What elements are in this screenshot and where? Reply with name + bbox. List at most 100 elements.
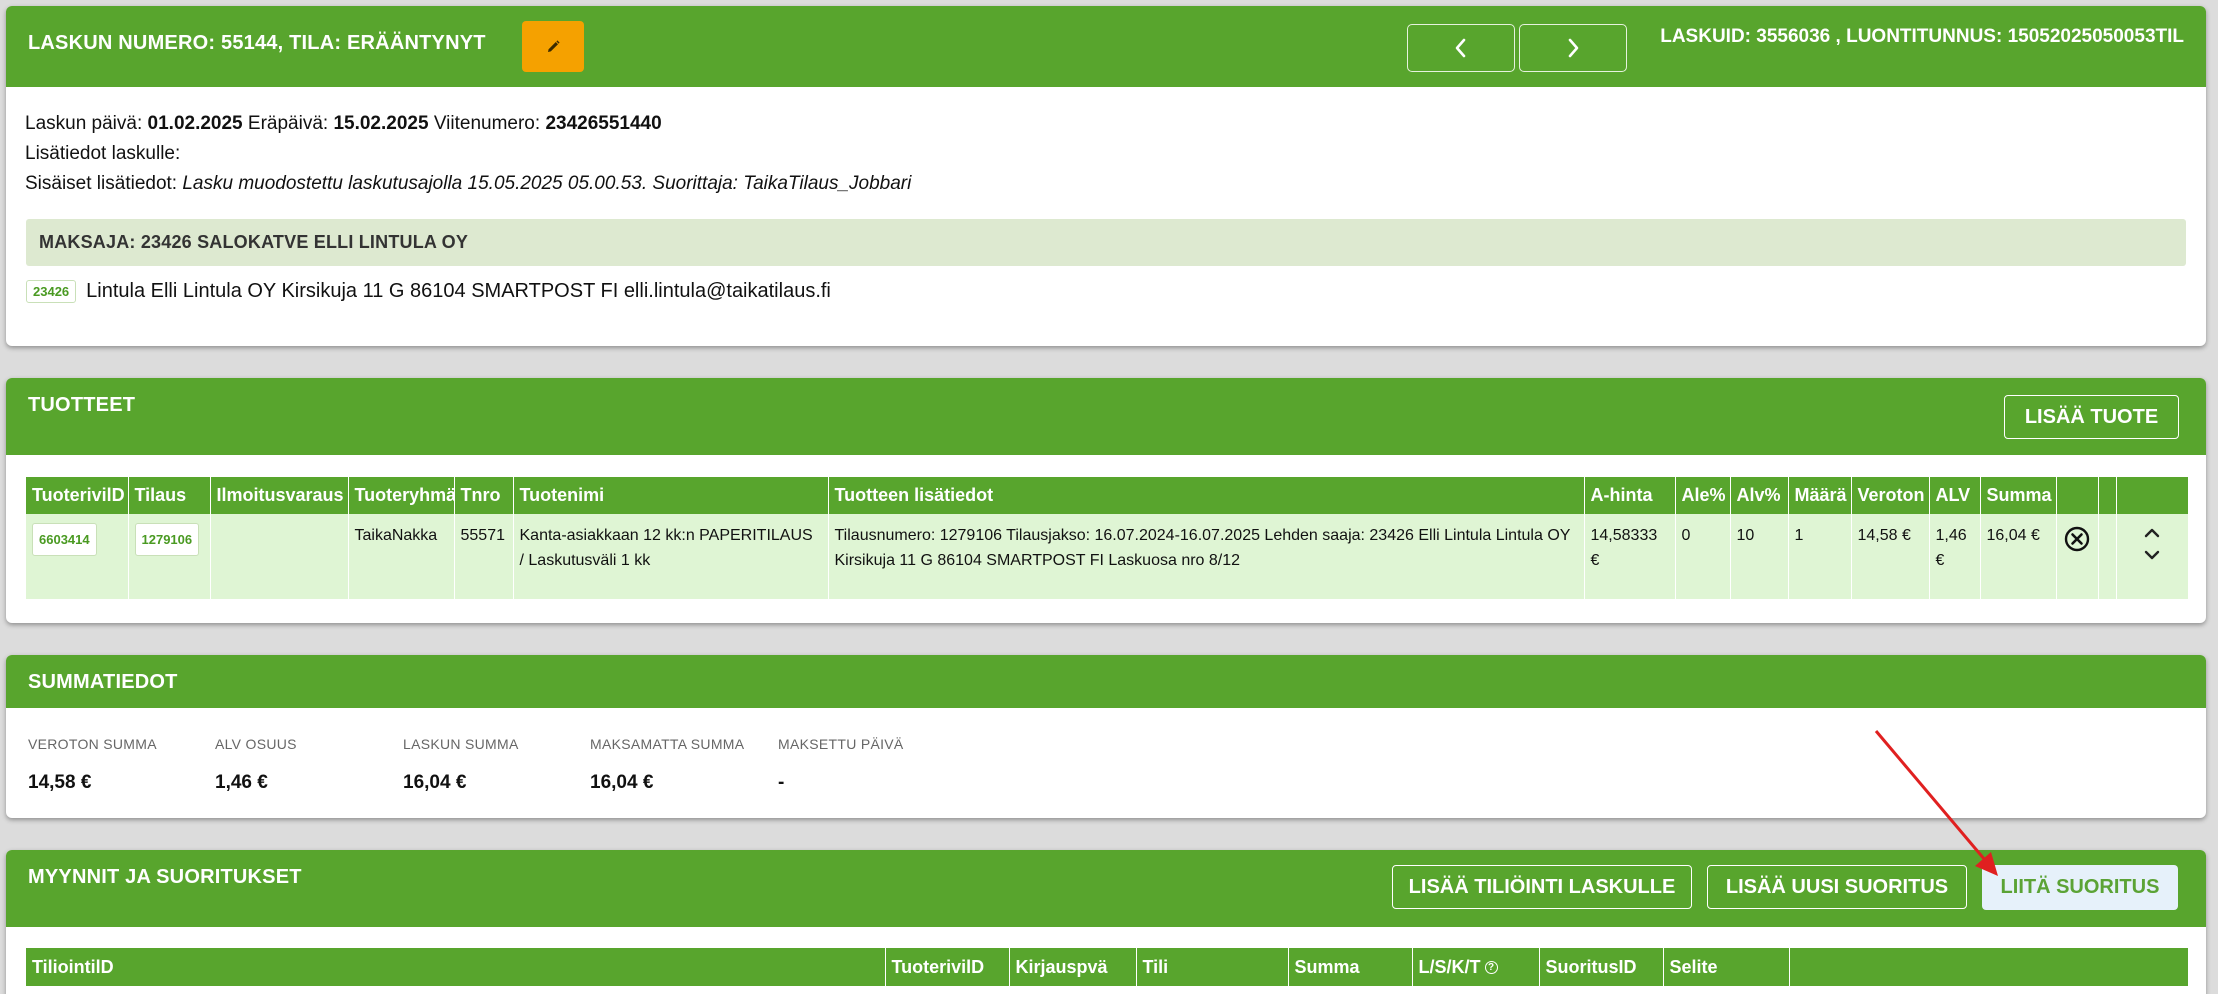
summary-value: 16,04 € bbox=[590, 772, 654, 793]
col-account[interactable]: Tili bbox=[1136, 948, 1289, 986]
quantity-cell: 1 bbox=[1788, 514, 1852, 599]
invoice-number-label: LASKUN NUMERO: bbox=[28, 32, 221, 54]
col-product-name[interactable]: Tuotenimi bbox=[513, 477, 829, 514]
summary-label: MAKSETTU PÄIVÄ bbox=[778, 736, 904, 752]
invoice-page: LASKUN NUMERO: 55144, TILA: ERÄÄNTYNYT L… bbox=[0, 0, 2218, 994]
reference-number: 23426551440 bbox=[545, 113, 662, 134]
summary-title: SUMMATIEDOT bbox=[28, 671, 178, 693]
summary-value: - bbox=[778, 772, 785, 793]
vat-pct-cell: 10 bbox=[1730, 514, 1789, 599]
col-action-sort bbox=[2116, 477, 2189, 514]
row-id-link[interactable]: 6603414 bbox=[32, 523, 97, 556]
col-lskt-label: L/S/K/T bbox=[1418, 956, 1481, 977]
remove-cell bbox=[2056, 514, 2099, 599]
invoice-card: LASKUN NUMERO: 55144, TILA: ERÄÄNTYNYT L… bbox=[6, 6, 2206, 346]
next-invoice-button[interactable] bbox=[1519, 24, 1627, 72]
summary-vat-share: ALV OSUUS 1,46 € bbox=[215, 736, 297, 794]
ad-reservation-cell bbox=[210, 514, 349, 599]
invoice-status: ERÄÄNTYNYT bbox=[347, 32, 486, 54]
col-vat-pct[interactable]: Alv% bbox=[1730, 477, 1789, 514]
sum-cell: 16,04 € bbox=[1980, 514, 2057, 599]
due-date-label: Eräpäivä: bbox=[242, 113, 334, 134]
table-row: 6603414 1279106 TaikaNakka 55571 Kanta-a… bbox=[26, 514, 2189, 599]
col-discount[interactable]: Ale% bbox=[1675, 477, 1731, 514]
internal-info-line: Sisäiset lisätiedot: Lasku muodostettu l… bbox=[25, 169, 2206, 199]
due-date: 15.02.2025 bbox=[333, 113, 429, 134]
invoice-date: 01.02.2025 bbox=[147, 113, 243, 134]
summary-label: LASKUN SUMMA bbox=[403, 736, 519, 752]
col-ad-reservation[interactable]: Ilmoitusvaraus bbox=[210, 477, 349, 514]
order-link[interactable]: 1279106 bbox=[134, 523, 200, 556]
extra-info-line: Lisätiedot laskulle: bbox=[25, 143, 181, 164]
col-payment-id[interactable]: SuoritusID bbox=[1539, 948, 1664, 986]
payments-card: MYYNNIT JA SUORITUKSET LISÄÄ TILIÖINTI L… bbox=[6, 850, 2206, 994]
col-order[interactable]: Tilaus bbox=[128, 477, 211, 514]
col-lskt[interactable]: L/S/K/T? bbox=[1412, 948, 1540, 986]
product-name-cell: Kanta-asiakkaan 12 kk:n PAPERITILAUS / L… bbox=[513, 514, 829, 599]
col-unit-price[interactable]: A-hinta bbox=[1584, 477, 1676, 514]
add-accounting-button[interactable]: LISÄÄ TILIÖINTI LASKULLE bbox=[1392, 865, 1692, 909]
invoice-ids: LASKUID: 3556036 , LUONTITUNNUS: 1505202… bbox=[1660, 26, 2184, 47]
col-posting-date[interactable]: Kirjauspvä bbox=[1009, 948, 1137, 986]
vat-cell: 1,46 € bbox=[1929, 514, 1981, 599]
summary-invoice-total: LASKUN SUMMA 16,04 € bbox=[403, 736, 519, 794]
summary-paid-date: MAKSETTU PÄIVÄ - bbox=[778, 736, 904, 794]
previous-invoice-button[interactable] bbox=[1407, 24, 1515, 72]
payer-id-link[interactable]: 23426 bbox=[26, 280, 77, 303]
add-product-button[interactable]: LISÄÄ TUOTE bbox=[2004, 395, 2179, 439]
tnro-cell: 55571 bbox=[454, 514, 514, 599]
invoice-title: LASKUN NUMERO: 55144, TILA: ERÄÄNTYNYT bbox=[28, 32, 486, 55]
chevron-left-icon bbox=[1455, 38, 1466, 58]
col-amount[interactable]: Summa bbox=[1288, 948, 1413, 986]
payer-details-line: 23426 Lintula Elli Lintula OY Kirsikuja … bbox=[26, 280, 2206, 303]
product-group-cell: TaikaNakka bbox=[348, 514, 455, 599]
col-accounting-id[interactable]: TiliointilD bbox=[26, 948, 886, 986]
col-description[interactable]: Selite bbox=[1663, 948, 1790, 986]
edit-invoice-button[interactable] bbox=[522, 21, 584, 72]
summary-label: VEROTON SUMMA bbox=[28, 736, 157, 752]
order-cell: 1279106 bbox=[128, 514, 211, 599]
circle-x-icon[interactable] bbox=[2064, 526, 2090, 552]
products-card: TUOTTEET LISÄÄ TUOTE TuoterivilD Tilaus … bbox=[6, 378, 2206, 623]
payer-label: MAKSAJA: bbox=[39, 232, 136, 252]
products-header-row: TuoterivilD Tilaus Ilmoitusvaraus Tuoter… bbox=[26, 477, 2189, 514]
chevron-right-icon bbox=[1568, 38, 1579, 58]
row-id-cell: 6603414 bbox=[26, 514, 129, 599]
col-sum[interactable]: Summa bbox=[1980, 477, 2057, 514]
col-row-id[interactable]: TuoterivilD bbox=[26, 477, 129, 514]
discount-cell: 0 bbox=[1675, 514, 1731, 599]
product-details-cell: Tilausnumero: 1279106 Tilausjakso: 16.07… bbox=[828, 514, 1585, 599]
products-header-bar: TUOTTEET LISÄÄ TUOTE bbox=[6, 378, 2206, 455]
summary-card: SUMMATIEDOT VEROTON SUMMA 14,58 € ALV OS… bbox=[6, 655, 2206, 818]
add-new-payment-button[interactable]: LISÄÄ UUSI SUORITUS bbox=[1707, 865, 1967, 909]
col-product-row-id[interactable]: TuoterivilD bbox=[885, 948, 1010, 986]
products-title: TUOTTEET bbox=[28, 394, 136, 416]
payer-name: 23426 SALOKATVE ELLI LINTULA OY bbox=[140, 232, 469, 252]
reference-label: Viitenumero: bbox=[428, 113, 546, 134]
col-vat[interactable]: ALV bbox=[1929, 477, 1981, 514]
payments-title: MYYNNIT JA SUORITUKSET bbox=[28, 866, 302, 888]
col-quantity[interactable]: Määrä bbox=[1788, 477, 1852, 514]
col-tnro[interactable]: Tnro bbox=[454, 477, 514, 514]
payments-header-row: TiliointilD TuoterivilD Kirjauspvä Tili … bbox=[26, 948, 2189, 986]
invoice-status-label: , TILA: bbox=[277, 32, 347, 54]
summary-net-total: VEROTON SUMMA 14,58 € bbox=[28, 736, 157, 794]
question-circle-icon[interactable]: ? bbox=[1484, 961, 1498, 975]
col-product-group[interactable]: Tuoteryhmä bbox=[348, 477, 455, 514]
invoice-number: 55144 bbox=[221, 32, 278, 54]
chevron-up-icon[interactable] bbox=[2143, 527, 2161, 539]
sort-cell bbox=[2116, 514, 2189, 599]
col-action-spacer bbox=[2098, 477, 2117, 514]
summary-value: 14,58 € bbox=[28, 772, 92, 793]
chevron-down-icon[interactable] bbox=[2143, 549, 2161, 561]
payer-details: Lintula Elli Lintula OY Kirsikuja 11 G 8… bbox=[86, 280, 831, 302]
payments-table: TiliointilD TuoterivilD Kirjauspvä Tili … bbox=[26, 948, 2189, 986]
col-net[interactable]: Veroton bbox=[1851, 477, 1930, 514]
col-action-remove bbox=[2056, 477, 2099, 514]
invoice-header-bar: LASKUN NUMERO: 55144, TILA: ERÄÄNTYNYT L… bbox=[6, 6, 2206, 87]
attach-payment-button[interactable]: LIITÄ SUORITUS bbox=[1982, 865, 2178, 910]
summary-label: MAKSAMATTA SUMMA bbox=[590, 736, 745, 752]
products-table: TuoterivilD Tilaus Ilmoitusvaraus Tuoter… bbox=[26, 477, 2189, 599]
col-product-details[interactable]: Tuotteen lisätiedot bbox=[828, 477, 1585, 514]
payer-bar: MAKSAJA: 23426 SALOKATVE ELLI LINTULA OY bbox=[26, 219, 2186, 266]
